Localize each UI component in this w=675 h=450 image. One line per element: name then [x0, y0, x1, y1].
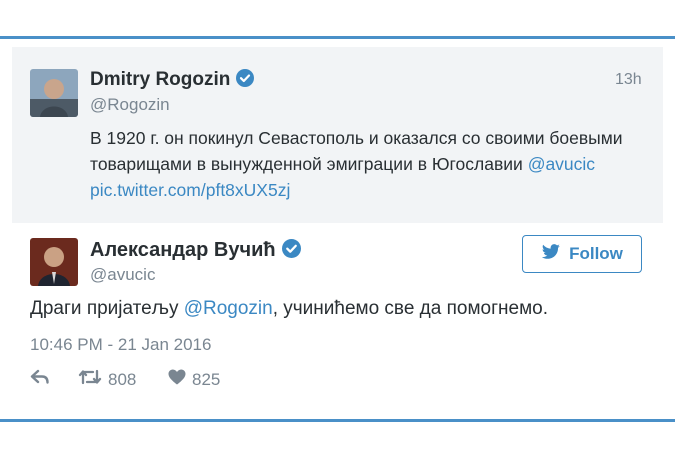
heart-icon: [168, 369, 186, 390]
verified-badge-icon: [281, 239, 301, 264]
tweet-timestamp[interactable]: 10:46 PM - 21 Jan 2016: [30, 335, 211, 355]
author-handle[interactable]: @avucic: [90, 265, 155, 285]
avatar[interactable]: [30, 69, 78, 117]
quoted-tweet[interactable]: Dmitry Rogozin @Rogozin 13h В 1920 г. он…: [12, 47, 663, 223]
avatar-photo-icon: [30, 238, 78, 286]
bird-icon: [541, 243, 561, 265]
tweet-text-line1: В 1920 г. он покинул Севастополь и оказа…: [90, 128, 623, 148]
like-button[interactable]: 825: [168, 369, 220, 390]
reply-icon: [30, 369, 50, 390]
tweet-text-line2-plain: товарищами в вынужденной эмиграции в Юго…: [90, 154, 528, 174]
tweet-text-before: Драги пријатељу: [30, 298, 184, 319]
author-name[interactable]: Александар Вучић: [90, 239, 301, 264]
author-name-text: Dmitry Rogozin: [90, 69, 231, 90]
author-handle[interactable]: @Rogozin: [90, 95, 170, 115]
tweet-embed-frame: Dmitry Rogozin @Rogozin 13h В 1920 г. он…: [0, 36, 675, 422]
follow-label: Follow: [569, 244, 623, 263]
mention-link[interactable]: @avucic: [528, 154, 595, 174]
tweet-text-line2: товарищами в вынужденной эмиграции в Юго…: [90, 151, 650, 177]
follow-button[interactable]: Follow: [522, 235, 642, 273]
tweet-time[interactable]: 13h: [615, 71, 642, 89]
like-count: 825: [192, 369, 221, 389]
avatar[interactable]: [30, 238, 78, 286]
mention-link[interactable]: @Rogozin: [184, 298, 273, 319]
tweet-text: В 1920 г. он покинул Севастополь и оказа…: [90, 125, 650, 203]
media-link[interactable]: pic.twitter.com/pft8xUX5zj: [90, 177, 650, 203]
retweet-button[interactable]: 808: [78, 369, 136, 390]
retweet-count: 808: [108, 369, 137, 389]
reply-button[interactable]: [30, 369, 50, 390]
verified-badge-icon: [236, 69, 255, 93]
tweet-text-after: , учинићемо све да помогнемо.: [272, 298, 548, 319]
avatar-photo-icon: [30, 69, 78, 117]
tweet-text: Драги пријатељу @Rogozin, учинићемо све …: [30, 298, 548, 320]
author-name[interactable]: Dmitry Rogozin: [90, 69, 255, 93]
retweet-icon: [78, 369, 102, 390]
author-name-text: Александар Вучић: [90, 239, 276, 261]
